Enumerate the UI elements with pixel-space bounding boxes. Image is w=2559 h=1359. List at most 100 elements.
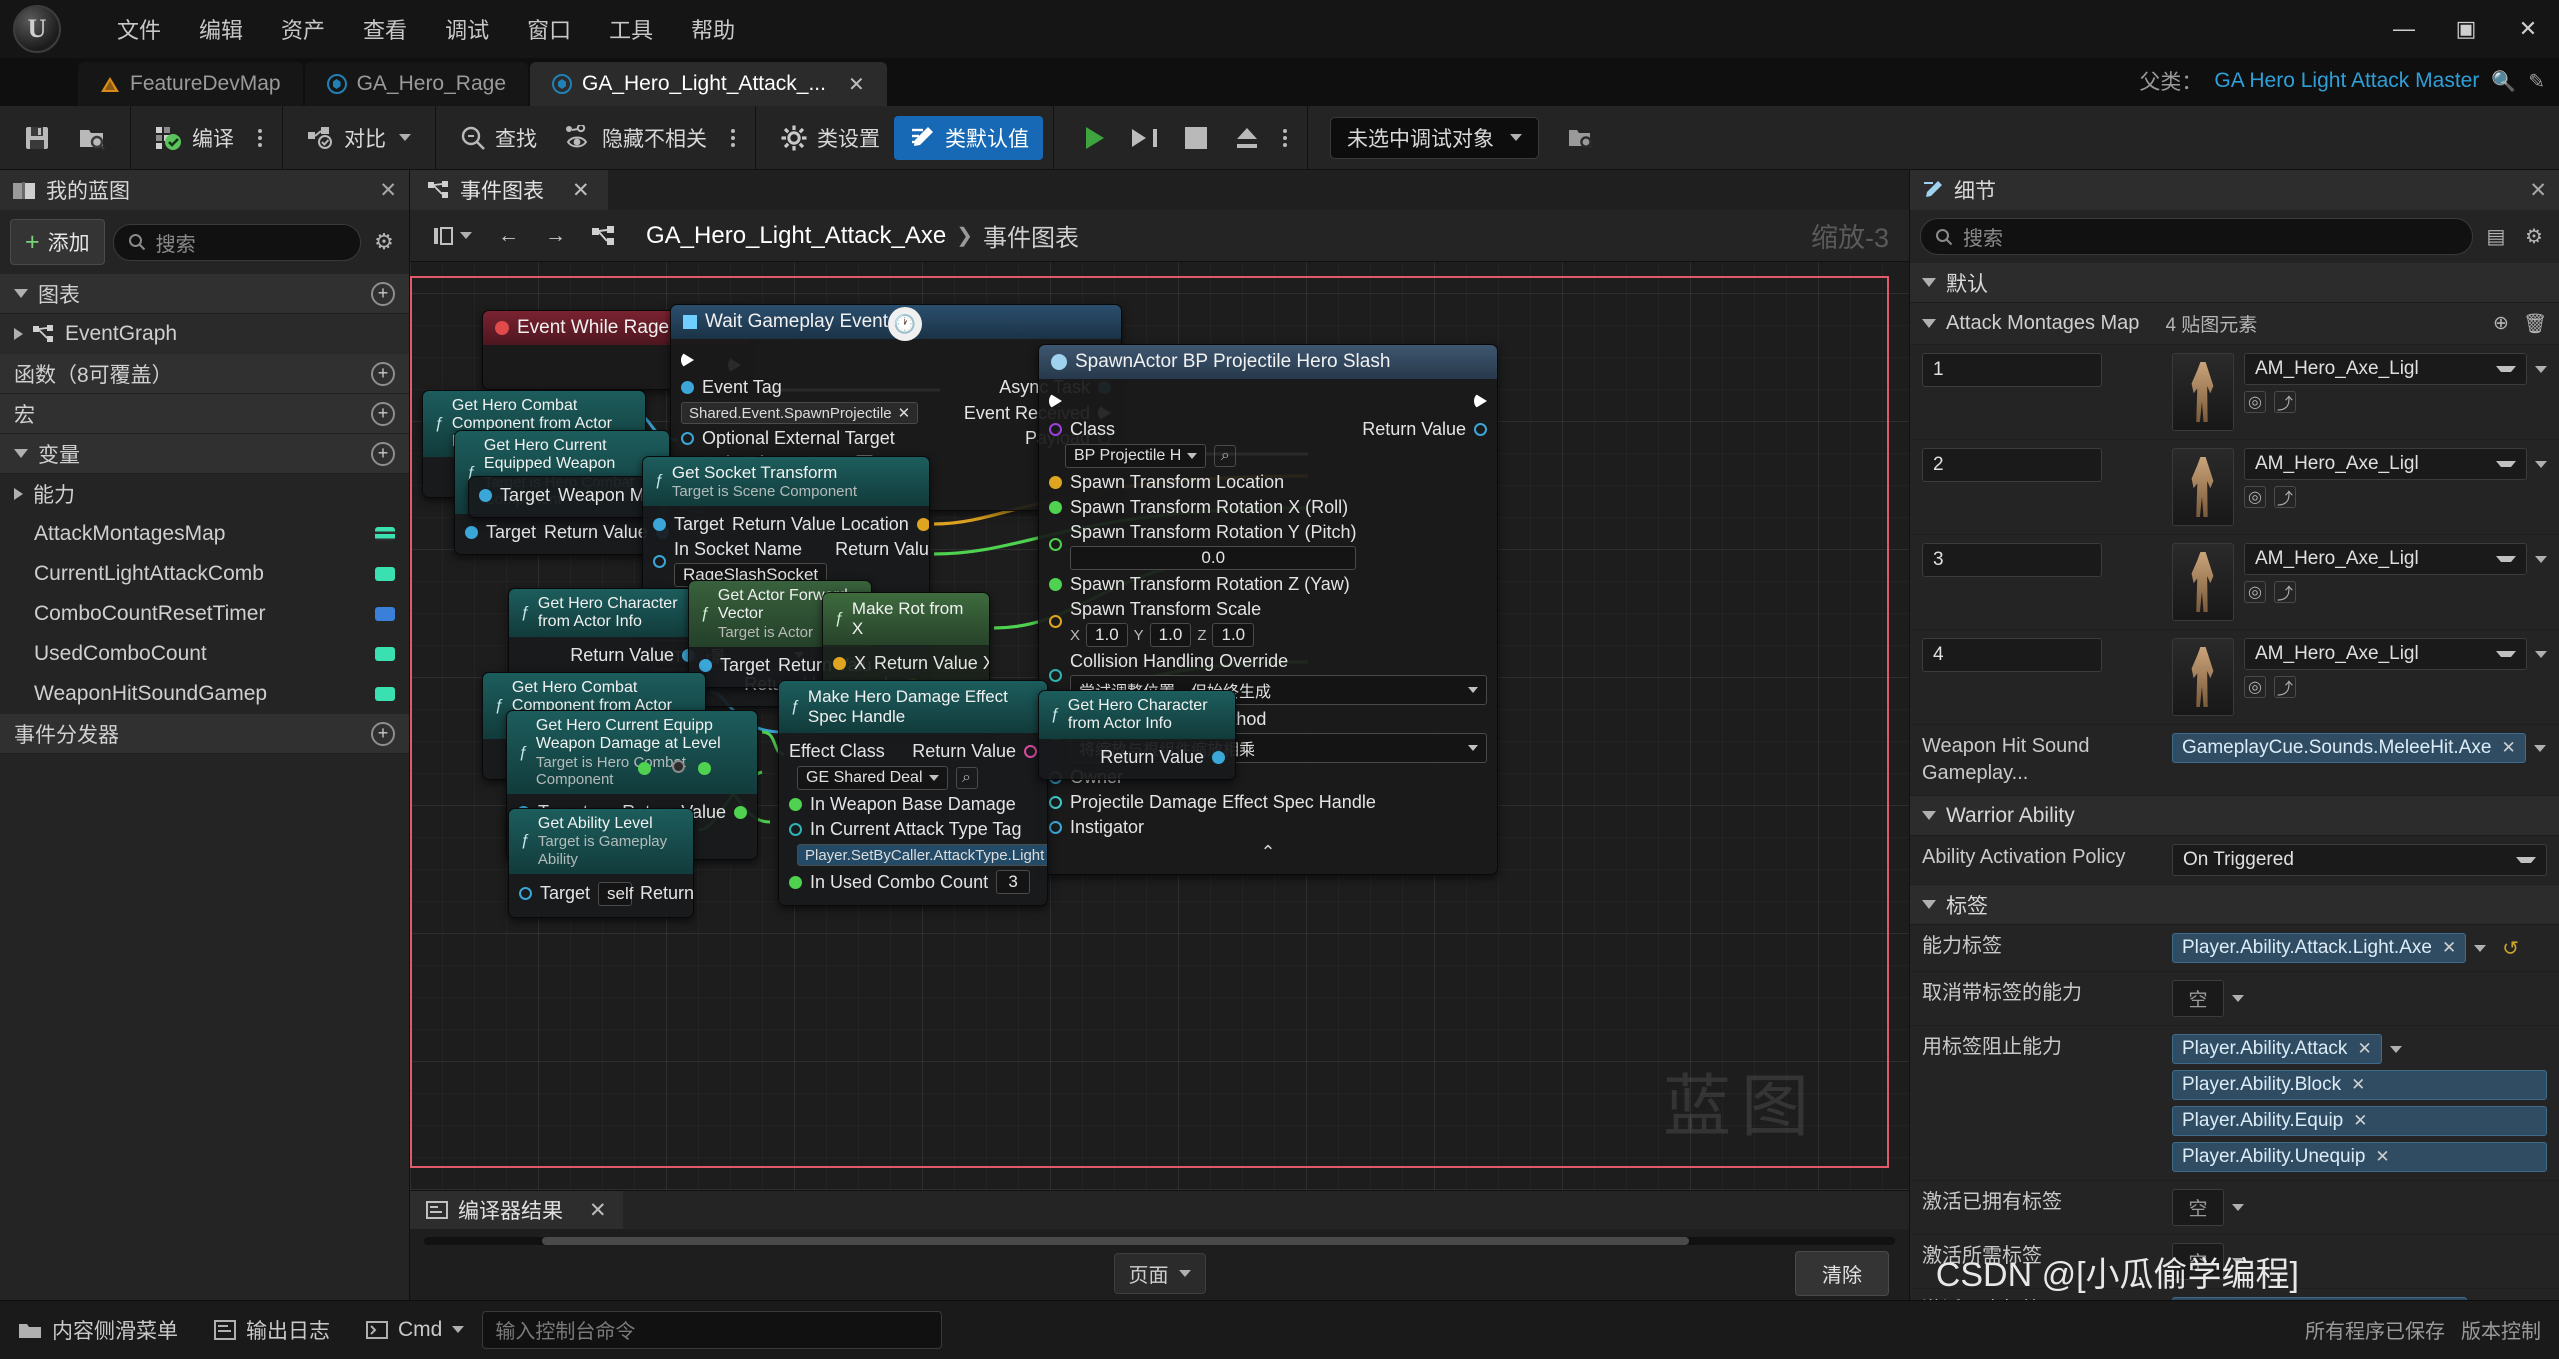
chevron-down-icon[interactable] — [2533, 744, 2546, 752]
tab-event-graph[interactable]: 事件图表 ✕ — [410, 170, 608, 210]
sidebar-section-event-dispatchers[interactable]: 事件分发器 + — [0, 714, 409, 754]
main-menu[interactable]: 文件 编辑 资产 查看 调试 窗口 工具 帮助 — [98, 7, 754, 51]
revert-icon[interactable]: ↺ — [2502, 936, 2519, 961]
input-pin[interactable] — [479, 489, 492, 502]
clear-button[interactable]: 清除 — [1795, 1251, 1889, 1296]
tag-chip[interactable]: Player.Ability.Attack.Light.Axe ✕ — [2172, 933, 2467, 963]
details-category-tags[interactable]: 标签 — [1910, 885, 2559, 925]
chevron-down-icon[interactable] — [2535, 555, 2547, 563]
browse-icon[interactable]: ⌕ — [955, 767, 978, 789]
map-key-input[interactable]: 4 — [1922, 638, 2102, 672]
attack-montages-map-header[interactable]: Attack Montages Map 4 贴图元素 ⊕ 🗑 — [1910, 303, 2559, 345]
sidebar-section-graphs[interactable]: 图表 + — [0, 274, 409, 314]
delete-icon[interactable]: 🗑 — [2523, 312, 2547, 336]
input-pin[interactable] — [833, 657, 846, 670]
graph-options-button[interactable] — [721, 121, 745, 155]
compile-button[interactable]: 编译 — [141, 116, 248, 160]
tag-chip[interactable]: Player.Ability.Equip ✕ — [2172, 1106, 2547, 1136]
input-pin[interactable] — [789, 823, 802, 836]
output-pin[interactable] — [1474, 423, 1487, 436]
play-button[interactable] — [1072, 120, 1118, 156]
close-icon[interactable]: ✕ — [848, 72, 865, 97]
add-graph-button[interactable]: + — [371, 281, 395, 306]
grid-view-icon[interactable]: ▤ — [2481, 222, 2511, 252]
pencil-icon[interactable]: ✎ — [2528, 69, 2545, 94]
chevron-down-icon[interactable] — [2474, 944, 2487, 952]
tab-ga-hero-rage[interactable]: GA_Hero_Rage — [304, 62, 528, 106]
value-input[interactable]: 0.0 — [1070, 546, 1357, 570]
clear-icon[interactable]: ✕ — [2357, 1039, 2371, 1059]
input-pin[interactable] — [519, 887, 532, 901]
input-pin[interactable] — [1049, 821, 1062, 834]
use-selected-icon[interactable]: ⤴ — [2274, 486, 2296, 508]
close-icon[interactable]: ✕ — [2529, 178, 2547, 203]
reroute-node[interactable] — [698, 762, 711, 775]
search-input[interactable]: 搜索 — [1920, 218, 2473, 255]
details-category-default[interactable]: 默认 — [1910, 263, 2559, 303]
menu-edit[interactable]: 编辑 — [180, 7, 262, 51]
input-pin[interactable] — [1049, 615, 1062, 628]
page-select[interactable]: 页面 — [1113, 1253, 1206, 1294]
debug-browse-button[interactable] — [1553, 119, 1609, 157]
step-button[interactable] — [1118, 122, 1171, 154]
cmd-button[interactable]: Cmd — [348, 1301, 482, 1359]
input-pin[interactable] — [1049, 796, 1062, 809]
use-selected-icon[interactable]: ⤴ — [2274, 676, 2296, 698]
menu-file[interactable]: 文件 — [98, 7, 180, 51]
sidebar-item-weaponhitsoundgamep[interactable]: WeaponHitSoundGamep — [0, 674, 409, 714]
output-pin[interactable] — [1212, 751, 1225, 764]
add-variable-button[interactable]: + — [371, 441, 395, 466]
search-icon[interactable]: 🔍 — [2491, 69, 2516, 94]
input-pin[interactable] — [653, 517, 666, 531]
montage-select[interactable]: AM_Hero_Axe_Ligl — [2244, 353, 2527, 385]
scrollbar[interactable] — [424, 1237, 1895, 1245]
sidebar-group-ability[interactable]: 能力 — [0, 474, 409, 514]
input-pin[interactable] — [681, 381, 694, 394]
scale-z-input[interactable]: 1.0 — [1212, 623, 1255, 647]
forward-button[interactable]: → — [535, 218, 576, 254]
add-dispatcher-button[interactable]: + — [371, 721, 395, 746]
montage-select[interactable]: AM_Hero_Axe_Ligl — [2244, 638, 2527, 670]
browse-icon[interactable]: ◎ — [2244, 676, 2266, 698]
montage-select[interactable]: AM_Hero_Axe_Ligl — [2244, 543, 2527, 575]
sidebar-section-variables[interactable]: 变量 + — [0, 434, 409, 474]
chevron-down-icon[interactable] — [2389, 1045, 2402, 1053]
input-pin[interactable] — [653, 554, 666, 568]
tag-chip[interactable]: Player.Ability.Attack ✕ — [2172, 1034, 2382, 1064]
node-make-hero-damage-effect-spec-handle[interactable]: ƒ Make Hero Damage Effect Spec Handle Ef… — [778, 680, 1048, 906]
output-log-button[interactable]: 输出日志 — [196, 1301, 348, 1359]
output-pin[interactable] — [734, 806, 747, 820]
add-function-button[interactable]: + — [371, 361, 395, 386]
use-selected-icon[interactable]: ⤴ — [2274, 391, 2296, 413]
back-button[interactable]: ← — [488, 218, 529, 254]
gear-icon[interactable]: ⚙ — [369, 227, 399, 257]
input-pin[interactable] — [789, 875, 802, 889]
node-get-hero-character-from-actor-info-2[interactable]: ƒ Get Hero Character from Actor Info Ret… — [1038, 690, 1236, 780]
browse-icon[interactable]: ◎ — [2244, 391, 2266, 413]
find-button[interactable]: 查找 — [446, 116, 551, 160]
eject-button[interactable] — [1221, 121, 1273, 155]
add-element-icon[interactable]: ⊕ — [2493, 312, 2509, 336]
search-input[interactable]: 搜索 — [112, 223, 361, 261]
tag-chip[interactable]: Player.Ability.Unequip ✕ — [2172, 1142, 2547, 1172]
breadcrumb-asset[interactable]: GA_Hero_Light_Attack_Axe — [646, 222, 946, 250]
stop-button[interactable] — [1171, 120, 1221, 156]
close-button[interactable]: ✕ — [2497, 0, 2559, 58]
self-value[interactable]: self — [598, 881, 634, 906]
menu-window[interactable]: 窗口 — [508, 7, 590, 51]
close-icon[interactable]: ✕ — [572, 178, 590, 203]
tag-chip[interactable]: Player.Ability.Block ✕ — [2172, 1070, 2547, 1100]
scale-y-input[interactable]: 1.0 — [1149, 623, 1192, 647]
debug-object-select[interactable]: 未选中调试对象 — [1330, 116, 1539, 159]
graph-icon-button[interactable] — [582, 220, 626, 252]
clear-icon[interactable]: ✕ — [898, 404, 911, 422]
menu-tools[interactable]: 工具 — [590, 7, 672, 51]
use-selected-icon[interactable]: ⤴ — [2274, 581, 2296, 603]
activation-policy-select[interactable]: On Triggered — [2172, 844, 2547, 876]
node-get-hero-character-from-actor-info[interactable]: ƒ Get Hero Character from Actor Info Ret… — [508, 588, 706, 678]
menu-assets[interactable]: 资产 — [262, 7, 344, 51]
chevron-down-icon[interactable] — [2232, 1204, 2244, 1211]
class-select[interactable]: BP Projectile H — [1065, 444, 1207, 468]
menu-view[interactable]: 查看 — [344, 7, 426, 51]
content-drawer-button[interactable]: 内容侧滑菜单 — [0, 1301, 196, 1359]
